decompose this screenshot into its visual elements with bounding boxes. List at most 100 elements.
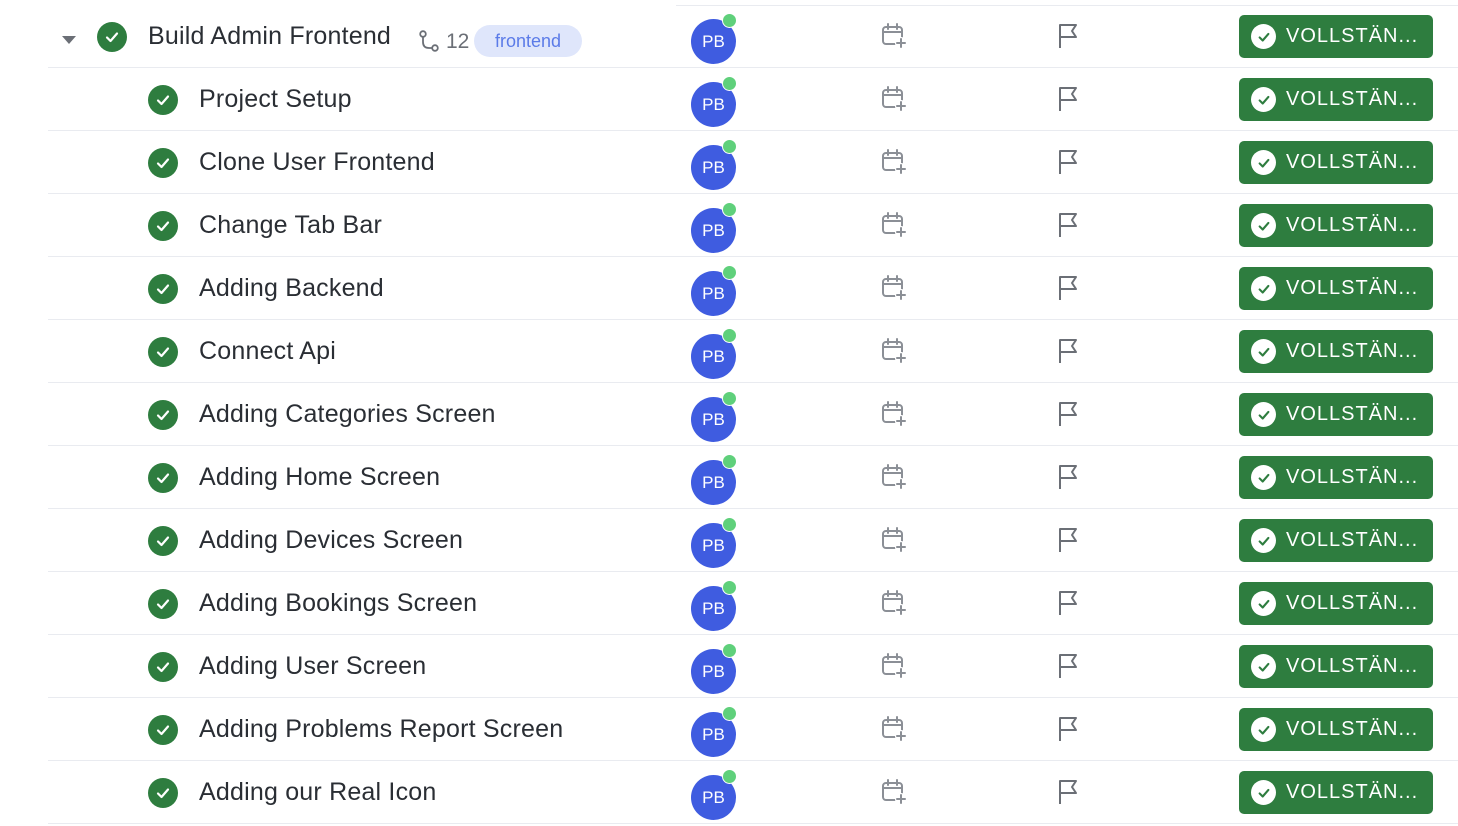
task-name[interactable]: Adding our Real Icon bbox=[199, 778, 436, 807]
check-circle-icon bbox=[1251, 87, 1276, 112]
flag-icon[interactable] bbox=[1056, 715, 1082, 743]
status-button[interactable]: VOLLSTÄN... bbox=[1239, 78, 1433, 121]
status-label: VOLLSTÄN... bbox=[1286, 529, 1419, 551]
status-label: VOLLSTÄN... bbox=[1286, 403, 1419, 425]
status-button[interactable]: VOLLSTÄN... bbox=[1239, 582, 1433, 625]
subtask-row[interactable]: Adding Backend PB VOLLSTÄN... bbox=[0, 257, 1458, 320]
subtask-row[interactable]: Adding Home Screen PB VOLLSTÄN... bbox=[0, 446, 1458, 509]
task-name[interactable]: Adding User Screen bbox=[199, 652, 426, 681]
online-status-dot bbox=[722, 643, 737, 658]
online-status-dot bbox=[722, 454, 737, 469]
check-circle-icon[interactable] bbox=[148, 85, 178, 115]
caret-down-icon[interactable] bbox=[62, 36, 76, 44]
flag-icon[interactable] bbox=[1056, 778, 1082, 806]
check-circle-icon[interactable] bbox=[148, 652, 178, 682]
task-name[interactable]: Adding Devices Screen bbox=[199, 526, 463, 555]
status-button[interactable]: VOLLSTÄN... bbox=[1239, 519, 1433, 562]
subtask-row[interactable]: Clone User Frontend PB VOLLSTÄN... bbox=[0, 131, 1458, 194]
status-button[interactable]: VOLLSTÄN... bbox=[1239, 267, 1433, 310]
calendar-plus-icon[interactable] bbox=[880, 652, 908, 680]
online-status-dot bbox=[722, 391, 737, 406]
calendar-plus-icon[interactable] bbox=[880, 400, 908, 428]
calendar-plus-icon[interactable] bbox=[880, 589, 908, 617]
calendar-plus-icon[interactable] bbox=[880, 463, 908, 491]
check-circle-icon[interactable] bbox=[148, 715, 178, 745]
check-circle-icon[interactable] bbox=[148, 337, 178, 367]
flag-icon[interactable] bbox=[1056, 652, 1082, 680]
subtask-row[interactable]: Project Setup PB VOLLSTÄN... bbox=[0, 68, 1458, 131]
check-circle-icon[interactable] bbox=[148, 778, 178, 808]
subtask-row[interactable]: Adding Devices Screen PB VOLLSTÄN... bbox=[0, 509, 1458, 572]
calendar-plus-icon[interactable] bbox=[880, 148, 908, 176]
status-button[interactable]: VOLLSTÄN... bbox=[1239, 393, 1433, 436]
calendar-plus-icon[interactable] bbox=[880, 778, 908, 806]
check-circle-icon[interactable] bbox=[148, 463, 178, 493]
status-button[interactable]: VOLLSTÄN... bbox=[1239, 645, 1433, 688]
subtask-row[interactable]: Connect Api PB VOLLSTÄN... bbox=[0, 320, 1458, 383]
flag-icon[interactable] bbox=[1056, 400, 1082, 428]
check-circle-icon bbox=[1251, 465, 1276, 490]
task-name[interactable]: Adding Problems Report Screen bbox=[199, 715, 563, 744]
status-label: VOLLSTÄN... bbox=[1286, 466, 1419, 488]
flag-icon[interactable] bbox=[1056, 526, 1082, 554]
subtask-row[interactable]: Change Tab Bar PB VOLLSTÄN... bbox=[0, 194, 1458, 257]
flag-icon[interactable] bbox=[1056, 463, 1082, 491]
flag-icon[interactable] bbox=[1056, 85, 1082, 113]
parent-task-row[interactable]: Build Admin Frontend 12 frontend PB VOLL… bbox=[0, 5, 1458, 68]
calendar-plus-icon[interactable] bbox=[880, 211, 908, 239]
status-label: VOLLSTÄN... bbox=[1286, 25, 1419, 47]
check-circle-icon bbox=[1251, 150, 1276, 175]
task-name[interactable]: Adding Categories Screen bbox=[199, 400, 496, 429]
status-label: VOLLSTÄN... bbox=[1286, 214, 1419, 236]
status-button[interactable]: VOLLSTÄN... bbox=[1239, 15, 1433, 58]
subtask-row[interactable]: Adding Categories Screen PB VOLLSTÄN... bbox=[0, 383, 1458, 446]
status-button[interactable]: VOLLSTÄN... bbox=[1239, 204, 1433, 247]
subtask-row[interactable]: Adding our Real Icon PB VOLLSTÄN... bbox=[0, 761, 1458, 824]
subtask-count[interactable]: 12 bbox=[446, 30, 469, 54]
check-circle-icon[interactable] bbox=[148, 274, 178, 304]
task-name[interactable]: Adding Backend bbox=[199, 274, 384, 303]
subtask-row[interactable]: Adding User Screen PB VOLLSTÄN... bbox=[0, 635, 1458, 698]
online-status-dot bbox=[722, 76, 737, 91]
status-button[interactable]: VOLLSTÄN... bbox=[1239, 141, 1433, 184]
flag-icon[interactable] bbox=[1056, 589, 1082, 617]
flag-icon[interactable] bbox=[1056, 22, 1082, 50]
task-name[interactable]: Project Setup bbox=[199, 85, 352, 114]
check-circle-icon[interactable] bbox=[97, 22, 127, 52]
task-name[interactable]: Clone User Frontend bbox=[199, 148, 435, 177]
check-circle-icon bbox=[1251, 213, 1276, 238]
calendar-plus-icon[interactable] bbox=[880, 85, 908, 113]
check-circle-icon bbox=[1251, 717, 1276, 742]
check-circle-icon[interactable] bbox=[148, 211, 178, 241]
check-circle-icon[interactable] bbox=[148, 400, 178, 430]
task-name[interactable]: Connect Api bbox=[199, 337, 336, 366]
status-button[interactable]: VOLLSTÄN... bbox=[1239, 771, 1433, 814]
task-name[interactable]: Change Tab Bar bbox=[199, 211, 382, 240]
status-label: VOLLSTÄN... bbox=[1286, 718, 1419, 740]
status-button[interactable]: VOLLSTÄN... bbox=[1239, 456, 1433, 499]
status-label: VOLLSTÄN... bbox=[1286, 592, 1419, 614]
online-status-dot bbox=[722, 13, 737, 28]
calendar-plus-icon[interactable] bbox=[880, 274, 908, 302]
status-label: VOLLSTÄN... bbox=[1286, 88, 1419, 110]
task-name[interactable]: Build Admin Frontend bbox=[148, 22, 391, 51]
check-circle-icon[interactable] bbox=[148, 148, 178, 178]
flag-icon[interactable] bbox=[1056, 148, 1082, 176]
tag-badge[interactable]: frontend bbox=[474, 25, 582, 57]
check-circle-icon[interactable] bbox=[148, 526, 178, 556]
task-name[interactable]: Adding Bookings Screen bbox=[199, 589, 477, 618]
check-circle-icon[interactable] bbox=[148, 589, 178, 619]
online-status-dot bbox=[722, 202, 737, 217]
calendar-plus-icon[interactable] bbox=[880, 715, 908, 743]
subtask-row[interactable]: Adding Bookings Screen PB VOLLSTÄN... bbox=[0, 572, 1458, 635]
flag-icon[interactable] bbox=[1056, 337, 1082, 365]
calendar-plus-icon[interactable] bbox=[880, 526, 908, 554]
subtask-row[interactable]: Adding Problems Report Screen PB VOLLSTÄ… bbox=[0, 698, 1458, 761]
flag-icon[interactable] bbox=[1056, 211, 1082, 239]
status-button[interactable]: VOLLSTÄN... bbox=[1239, 708, 1433, 751]
status-button[interactable]: VOLLSTÄN... bbox=[1239, 330, 1433, 373]
calendar-plus-icon[interactable] bbox=[880, 22, 908, 50]
flag-icon[interactable] bbox=[1056, 274, 1082, 302]
calendar-plus-icon[interactable] bbox=[880, 337, 908, 365]
task-name[interactable]: Adding Home Screen bbox=[199, 463, 440, 492]
